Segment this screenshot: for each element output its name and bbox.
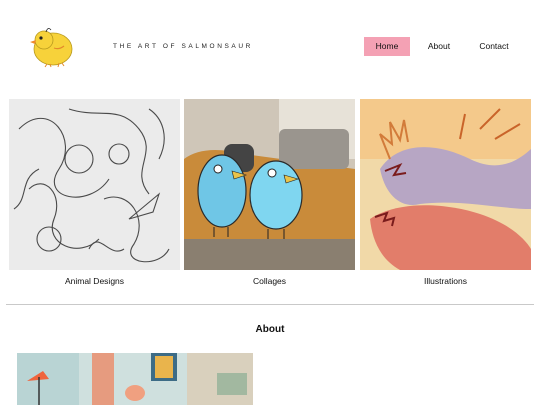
card-label[interactable]: Collages	[184, 276, 355, 286]
chick-logo-icon[interactable]	[24, 22, 76, 68]
nav-home-link[interactable]: Home	[364, 37, 410, 56]
illustrations-thumbnail[interactable]	[360, 99, 531, 270]
collages-thumbnail[interactable]	[184, 99, 355, 270]
nav-about-link[interactable]: About	[420, 37, 458, 56]
site-title[interactable]: THE ART OF SALMONSAUR	[113, 43, 253, 50]
site-header: THE ART OF SALMONSAUR Home About Contact	[0, 0, 540, 95]
section-divider	[6, 304, 534, 305]
gallery-card-animal-designs[interactable]: Animal Designs	[9, 99, 180, 286]
gallery-grid: Animal Designs Collages Illustrations	[0, 99, 540, 299]
nav-contact-link[interactable]: Contact	[472, 37, 516, 56]
animal-designs-thumbnail[interactable]	[9, 99, 180, 270]
about-photo	[17, 353, 253, 405]
card-label[interactable]: Animal Designs	[9, 276, 180, 286]
about-heading: About	[255, 324, 285, 335]
gallery-card-collages[interactable]: Collages	[184, 99, 355, 286]
gallery-card-illustrations[interactable]: Illustrations	[360, 99, 531, 286]
card-label[interactable]: Illustrations	[360, 276, 531, 286]
